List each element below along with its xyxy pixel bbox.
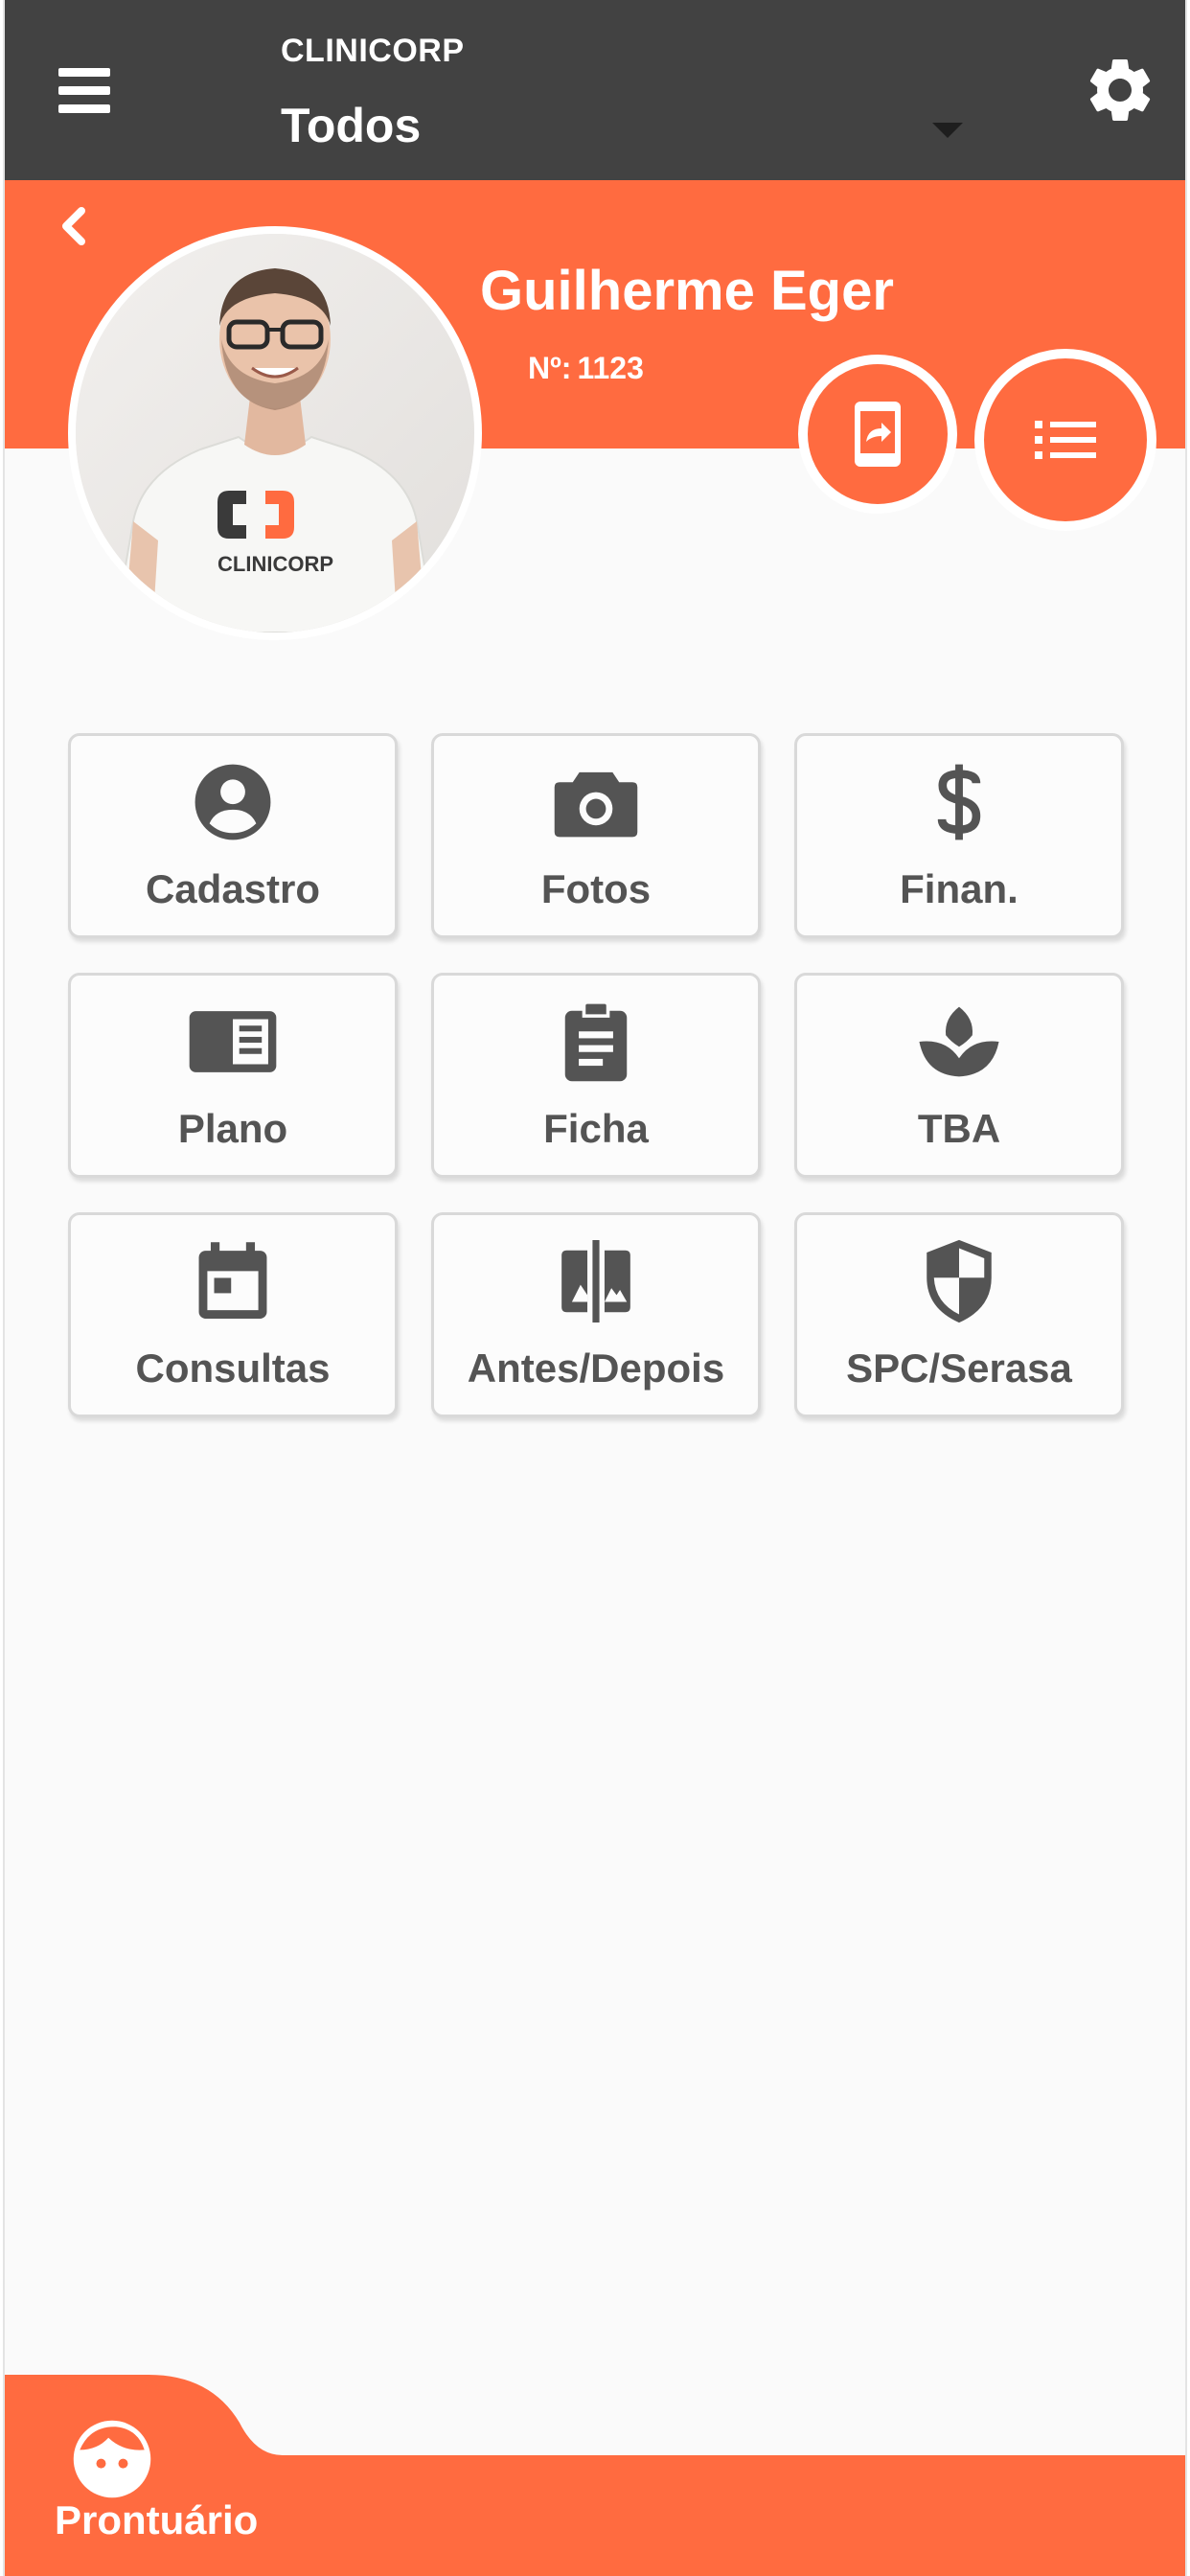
calendar-icon — [198, 1242, 267, 1319]
clipboard-icon — [564, 1000, 628, 1082]
tile-cadastro[interactable]: Cadastro — [68, 733, 398, 938]
dropdown-caret-icon — [932, 123, 963, 138]
tile-financeiro[interactable]: Finan. — [794, 733, 1124, 938]
camera-icon — [554, 771, 638, 838]
list-menu-button[interactable] — [974, 349, 1156, 531]
tile-consultas[interactable]: Consultas — [68, 1212, 398, 1417]
settings-gear-icon[interactable] — [1082, 52, 1158, 128]
account-circle-icon — [195, 764, 271, 840]
tile-label: Plano — [177, 1106, 288, 1151]
tile-tba[interactable]: TBA — [794, 973, 1124, 1178]
tile-label: Ficha — [543, 1106, 649, 1151]
back-chevron-icon[interactable] — [51, 203, 97, 249]
shield-icon — [927, 1239, 992, 1323]
tile-label: Consultas — [135, 1346, 331, 1391]
patient-number-label: Nº: — [528, 351, 572, 385]
tile-label: Antes/Depois — [467, 1346, 725, 1391]
face-icon — [73, 2420, 151, 2498]
patient-avatar[interactable]: CLINICORP — [68, 226, 482, 640]
phone-share-icon — [855, 402, 901, 467]
share-phone-button[interactable] — [798, 355, 957, 514]
tile-label: TBA — [917, 1106, 1001, 1151]
clinic-filter-select[interactable]: Todos — [273, 86, 963, 163]
shirt-logo-text: CLINICORP — [217, 552, 333, 576]
tile-label: Cadastro — [145, 866, 321, 911]
tile-label: Fotos — [540, 866, 652, 911]
tile-label: SPC/Serasa — [846, 1346, 1072, 1391]
patient-number: Nº: 1123 — [528, 351, 644, 386]
tile-label: Finan. — [900, 866, 1018, 911]
app-screen: CLINICORP Todos CLINICORP Guilherme Eger… — [3, 0, 1187, 2576]
patient-name: Guilherme Eger — [480, 260, 894, 322]
tile-ficha[interactable]: Ficha — [431, 973, 761, 1178]
compare-icon — [561, 1240, 630, 1322]
book-open-icon — [189, 1011, 277, 1072]
tile-plano[interactable]: Plano — [68, 973, 398, 1178]
list-icon — [1035, 421, 1096, 459]
tab-prontuario[interactable]: Prontuário — [5, 2375, 283, 2576]
tile-fotos[interactable]: Fotos — [431, 733, 761, 938]
tile-antes-depois[interactable]: Antes/Depois — [431, 1212, 761, 1417]
dollar-icon — [937, 764, 981, 840]
tile-spc-serasa[interactable]: SPC/Serasa — [794, 1212, 1124, 1417]
clinic-filter-value: Todos — [281, 99, 422, 152]
menu-icon[interactable] — [58, 56, 127, 125]
patient-number-value: 1123 — [577, 351, 644, 385]
tab-label: Prontuário — [55, 2497, 259, 2542]
top-app-bar: CLINICORP Todos — [5, 0, 1185, 180]
brand-title: CLINICORP — [281, 33, 465, 69]
spa-icon — [919, 1006, 999, 1077]
